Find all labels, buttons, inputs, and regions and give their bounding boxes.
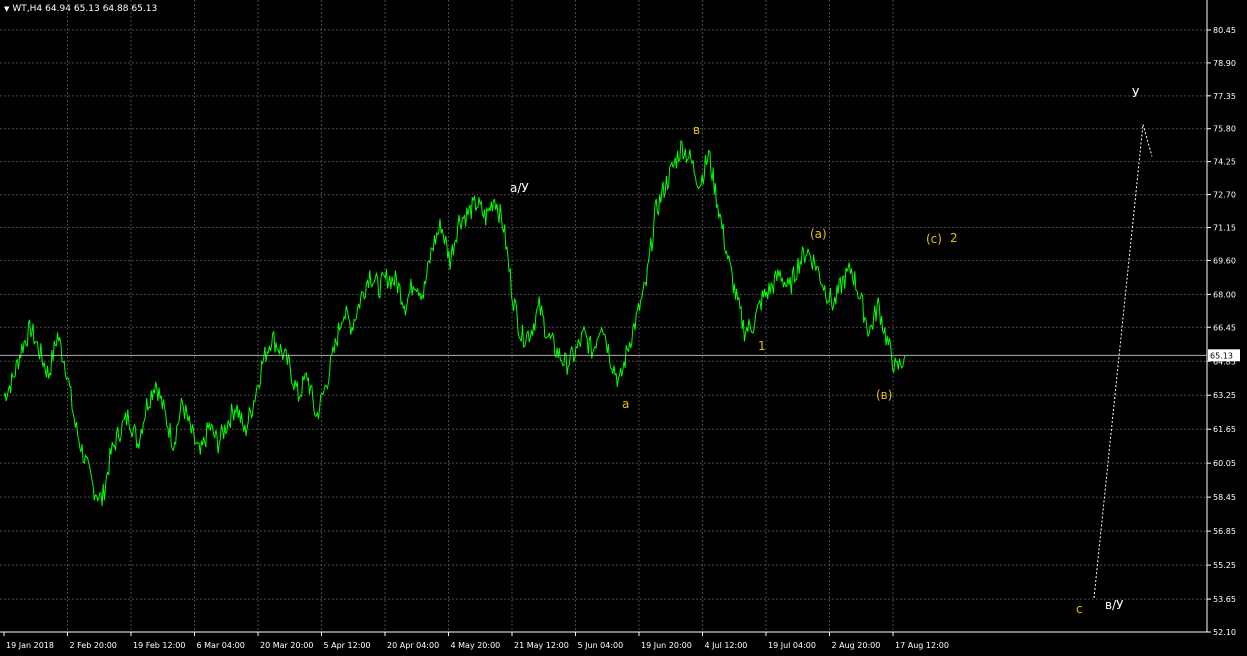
y-tick-label: 66.45: [1213, 323, 1236, 332]
x-tick-label: 17 Aug 12:00: [895, 641, 949, 650]
x-tick-label: 5 Jun 04:00: [578, 641, 624, 650]
wave-label: (a): [810, 227, 827, 241]
wave-label: 2: [950, 231, 958, 245]
wave-label: (в): [876, 388, 892, 402]
x-tick-label: 19 Jun 20:00: [641, 641, 692, 650]
y-tick-label: 75.80: [1213, 125, 1236, 134]
y-tick-label: 68.00: [1213, 290, 1236, 299]
price-line: [3, 140, 906, 506]
wave-label: в: [693, 123, 700, 137]
wave-label: (c): [926, 232, 942, 246]
x-tick-label: 19 Jul 04:00: [768, 641, 816, 650]
price-axis: 80.45 78.90 77.35 75.80 74.25 72.70 71.15 69.60…: [1206, 0, 1236, 637]
y-tick-label: 78.90: [1213, 59, 1236, 68]
wave-label: а: [622, 397, 629, 411]
time-axis: 19 Jan 2018 2 Feb 20:00 19 Feb 12:00 6 Mar …: [0, 631, 1207, 650]
x-tick-label: 4 Jul 12:00: [705, 641, 748, 650]
y-tick-label: 71.15: [1213, 223, 1236, 232]
wave-label: в/У: [1105, 598, 1124, 612]
wave-label: с: [1076, 602, 1083, 616]
y-tick-label: 72.70: [1213, 191, 1236, 200]
current-price-marker: 65.13: [0, 349, 1240, 362]
wave-annotations: a/У в а 1 (a) (в) (c) 2 Ус в/У: [510, 86, 1140, 616]
x-tick-label: 4 May 20:00: [451, 641, 501, 650]
x-tick-label: 21 May 12:00: [514, 641, 569, 650]
y-tick-label: 77.35: [1213, 92, 1236, 101]
x-tick-label: 5 Apr 12:00: [324, 641, 371, 650]
y-tick-label: 61.65: [1213, 425, 1236, 434]
y-tick-label: 58.45: [1213, 493, 1236, 502]
x-tick-label: 19 Jan 2018: [6, 641, 54, 650]
wave-label: 1: [758, 339, 766, 353]
x-tick-label: 20 Mar 20:00: [260, 641, 313, 650]
y-tick-label: 60.05: [1213, 459, 1236, 468]
y-tick-label: 55.25: [1213, 561, 1236, 570]
x-tick-label: 2 Aug 20:00: [832, 641, 881, 650]
grid: [0, 0, 1207, 633]
x-tick-label: 20 Apr 04:00: [387, 641, 439, 650]
y-tick-label: 52.10: [1213, 628, 1236, 637]
x-tick-label: 19 Feb 12:00: [133, 641, 185, 650]
y-tick-label: 80.45: [1213, 26, 1236, 35]
y-tick-label: 56.85: [1213, 527, 1236, 536]
wave-label: У: [1132, 86, 1140, 100]
y-tick-label: 53.65: [1213, 595, 1236, 604]
y-tick-label: 63.25: [1213, 391, 1236, 400]
price-chart[interactable]: 80.45 78.90 77.35 75.80 74.25 72.70 71.15 69.60…: [0, 0, 1247, 656]
current-price-label: 65.13: [1210, 351, 1233, 360]
y-tick-label: 69.60: [1213, 256, 1236, 265]
x-tick-label: 2 Feb 20:00: [70, 641, 117, 650]
y-tick-label: 74.25: [1213, 158, 1236, 167]
forecast-line: [1093, 124, 1153, 599]
wave-label: a/У: [510, 181, 529, 195]
x-tick-label: 6 Mar 04:00: [197, 641, 245, 650]
